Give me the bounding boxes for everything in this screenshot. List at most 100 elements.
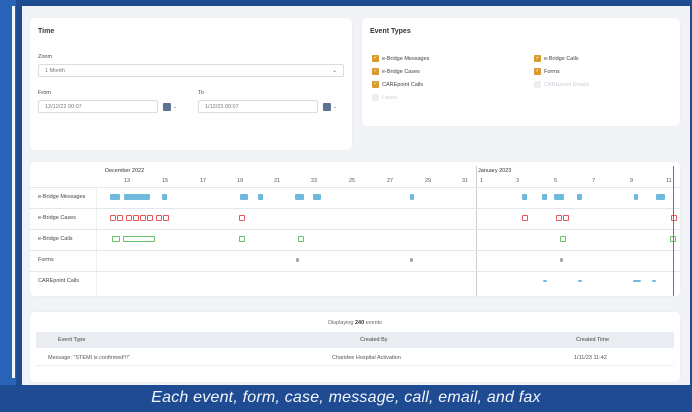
cell-created-by: Charidee Hospital Activation [332, 355, 401, 361]
message-event-marker[interactable] [162, 194, 167, 200]
case-event-marker[interactable] [239, 215, 245, 221]
message-event-marker[interactable] [522, 194, 527, 200]
checkbox-checked-icon: ✓ [372, 55, 379, 62]
day-label: 19 [237, 178, 244, 184]
checkbox-checked-icon: ✓ [372, 81, 379, 88]
case-event-marker[interactable] [556, 215, 562, 221]
case-event-marker[interactable] [522, 215, 528, 221]
message-event-marker[interactable] [240, 194, 248, 200]
call-event-marker[interactable] [123, 236, 155, 242]
to-calendar-chevron-icon[interactable]: ⌄ [333, 104, 337, 110]
from-label: From [38, 90, 51, 96]
carepoint-call-marker[interactable] [652, 280, 656, 282]
call-event-marker[interactable] [560, 236, 566, 242]
call-event-marker[interactable] [298, 236, 304, 242]
message-event-marker[interactable] [295, 194, 304, 200]
case-event-marker[interactable] [133, 215, 139, 221]
row-divider [30, 271, 680, 272]
checkbox-carepoint-emails[interactable]: CAREpoint Emails [534, 81, 589, 88]
to-calendar-icon[interactable] [323, 103, 331, 111]
cell-event-type: Message: "STEMI is confirmed!!!" [48, 355, 130, 361]
checkbox-label: e-Bridge Messages [382, 55, 430, 62]
event-types-title: Event Types [370, 28, 411, 35]
from-date-value: 12/12/22 00:07 [45, 104, 82, 110]
column-header-created-time[interactable]: Created Time [576, 337, 609, 343]
checkbox-checked-icon: ✓ [534, 55, 541, 62]
carepoint-call-marker[interactable] [543, 280, 547, 282]
checkbox-label: e-Bridge Cases [382, 68, 420, 75]
table-header: Event Type Created By Created Time [36, 332, 674, 348]
row-label-ebridge-messages: e-Bridge Messages [38, 194, 86, 200]
to-label: To [198, 90, 204, 96]
case-event-marker[interactable] [117, 215, 123, 221]
day-label: 17 [200, 178, 207, 184]
event-count: 240 [354, 320, 365, 326]
caption-text: Each event, form, case, message, call, e… [0, 385, 692, 412]
day-label: 27 [387, 178, 394, 184]
message-event-marker[interactable] [542, 194, 547, 200]
form-event-marker[interactable] [560, 258, 563, 262]
case-event-marker[interactable] [563, 215, 569, 221]
left-panel-edge [0, 0, 16, 385]
time-panel: Time Zoom 1 Month ⌄ From 12/12/22 00:07 … [30, 18, 352, 150]
case-event-marker[interactable] [671, 215, 677, 221]
form-event-marker[interactable] [410, 258, 413, 262]
message-event-marker[interactable] [656, 194, 665, 200]
day-label: 23 [311, 178, 318, 184]
day-label: 9 [630, 178, 634, 184]
carepoint-call-marker[interactable] [633, 280, 641, 282]
row-divider [30, 250, 680, 251]
message-event-marker[interactable] [554, 194, 564, 200]
checkbox-faxes[interactable]: Faxes [372, 94, 397, 101]
carepoint-call-marker[interactable] [578, 280, 582, 282]
row-label-forms: Forms [38, 257, 54, 263]
zoom-select[interactable]: 1 Month ⌄ [38, 64, 344, 77]
call-event-marker[interactable] [112, 236, 120, 242]
message-event-marker[interactable] [410, 194, 414, 200]
form-event-marker[interactable] [296, 258, 299, 262]
to-date-input[interactable]: 1/12/23 00:07 [198, 100, 318, 113]
checkbox-ebridge-cases[interactable]: ✓ e-Bridge Cases [372, 68, 420, 75]
from-date-input[interactable]: 12/12/22 00:07 [38, 100, 158, 113]
case-event-marker[interactable] [147, 215, 153, 221]
checkbox-forms[interactable]: ✓ Forms [534, 68, 560, 75]
message-event-marker[interactable] [124, 194, 150, 200]
checkbox-label: e-Bridge Calls [544, 55, 579, 62]
checkbox-label: CAREpoint Emails [544, 81, 590, 88]
day-label: 21 [274, 178, 281, 184]
day-label: 1 [480, 178, 484, 184]
table-row[interactable]: Message: "STEMI is confirmed!!!" Charide… [36, 352, 674, 366]
case-event-marker[interactable] [156, 215, 162, 221]
day-label: 15 [162, 178, 169, 184]
row-divider [30, 187, 680, 188]
message-event-marker[interactable] [313, 194, 321, 200]
row-divider [30, 208, 680, 209]
displaying-count-text: Displaying 240 events [30, 320, 680, 326]
checkbox-label: Forms [544, 68, 560, 75]
month-separator [476, 166, 477, 296]
row-label-carepoint-calls: CAREpoint Calls [38, 278, 79, 284]
message-event-marker[interactable] [634, 194, 638, 200]
case-event-marker[interactable] [140, 215, 146, 221]
from-calendar-icon[interactable] [163, 103, 171, 111]
day-label: 11 [666, 178, 672, 184]
checkbox-checked-icon: ✓ [534, 68, 541, 75]
message-event-marker[interactable] [110, 194, 120, 200]
month-label-december: December 2022 [105, 168, 145, 174]
displaying-suffix: events [365, 320, 382, 326]
column-header-event-type[interactable]: Event Type [58, 337, 85, 343]
column-header-created-by[interactable]: Created By [360, 337, 388, 343]
case-event-marker[interactable] [126, 215, 132, 221]
checkbox-ebridge-calls[interactable]: ✓ e-Bridge Calls [534, 55, 579, 62]
grid-line [96, 186, 97, 296]
checkbox-ebridge-messages[interactable]: ✓ e-Bridge Messages [372, 55, 429, 62]
case-event-marker[interactable] [163, 215, 169, 221]
case-event-marker[interactable] [110, 215, 116, 221]
from-calendar-chevron-icon[interactable]: ⌄ [173, 104, 177, 110]
checkbox-carepoint-calls[interactable]: ✓ CAREpoint Calls [372, 81, 423, 88]
call-event-marker[interactable] [239, 236, 245, 242]
message-event-marker[interactable] [577, 194, 582, 200]
message-event-marker[interactable] [258, 194, 263, 200]
zoom-label: Zoom [38, 54, 53, 60]
row-label-ebridge-cases: e-Bridge Cases [38, 215, 76, 221]
